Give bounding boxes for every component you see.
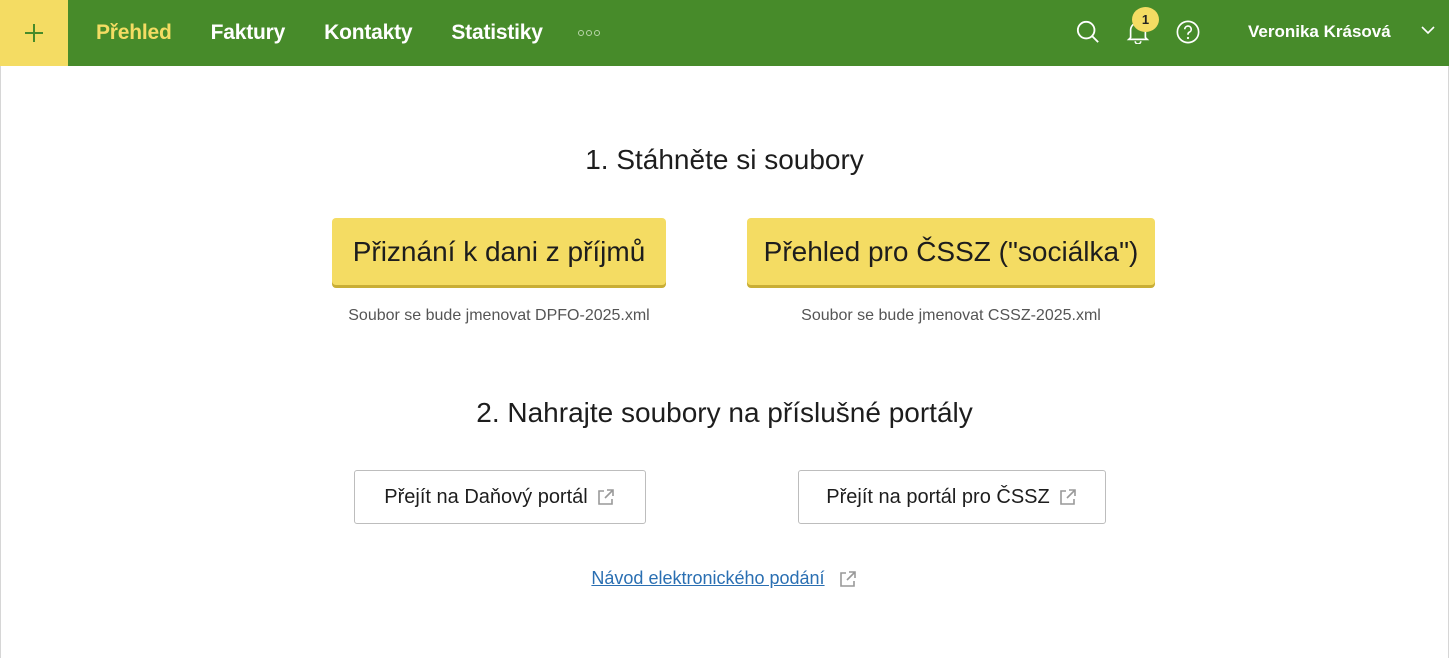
notification-badge: 1 <box>1132 7 1159 32</box>
cssz-file-hint: Soubor se bude jmenovat CSSZ-2025.xml <box>801 307 1101 324</box>
external-link-icon <box>1059 489 1076 505</box>
nav-item-prehled[interactable]: Přehled <box>96 21 172 45</box>
step2-heading: 2. Nahrajte soubory na příslušné portály <box>476 397 973 428</box>
add-button[interactable] <box>0 0 68 66</box>
main-content: 1. Stáhněte si soubory Přiznání k dani z… <box>0 66 1449 658</box>
tax-portal-button[interactable]: Přejít na Daňový portál <box>354 470 646 524</box>
step1-heading: 1. Stáhněte si soubory <box>585 144 864 175</box>
main-nav: Přehled Faktury Kontakty Statistiky <box>96 0 602 66</box>
user-name[interactable]: Veronika Krásová <box>1248 22 1391 42</box>
plus-icon <box>25 24 43 42</box>
help-icon[interactable] <box>1176 20 1200 44</box>
tax-portal-label: Přejít na Daňový portál <box>384 485 588 508</box>
top-navigation-bar: Přehled Faktury Kontakty Statistiky <box>0 0 1449 66</box>
external-link-icon <box>597 489 614 505</box>
nav-item-statistiky[interactable]: Statistiky <box>451 21 543 45</box>
cssz-portal-button[interactable]: Přejít na portál pro ČSSZ <box>798 470 1106 524</box>
download-tax-return-button[interactable]: Přiznání k dani z příjmů <box>332 218 666 285</box>
external-link-icon[interactable] <box>838 569 858 589</box>
cssz-portal-label: Přejít na portál pro ČSSZ <box>826 485 1050 508</box>
nav-item-kontakty[interactable]: Kontakty <box>324 21 412 45</box>
electronic-filing-guide-link[interactable]: Návod elektronického podání <box>591 568 824 588</box>
download-cssz-overview-button[interactable]: Přehled pro ČSSZ ("sociálka") <box>747 218 1155 285</box>
search-icon[interactable] <box>1076 20 1100 44</box>
nav-item-faktury[interactable]: Faktury <box>211 21 286 45</box>
more-dots-icon[interactable] <box>577 30 602 36</box>
guide-link-row: Návod elektronického podání <box>1 568 1448 589</box>
tax-file-hint: Soubor se bude jmenovat DPFO-2025.xml <box>348 307 650 324</box>
chevron-down-icon[interactable] <box>1420 24 1436 36</box>
